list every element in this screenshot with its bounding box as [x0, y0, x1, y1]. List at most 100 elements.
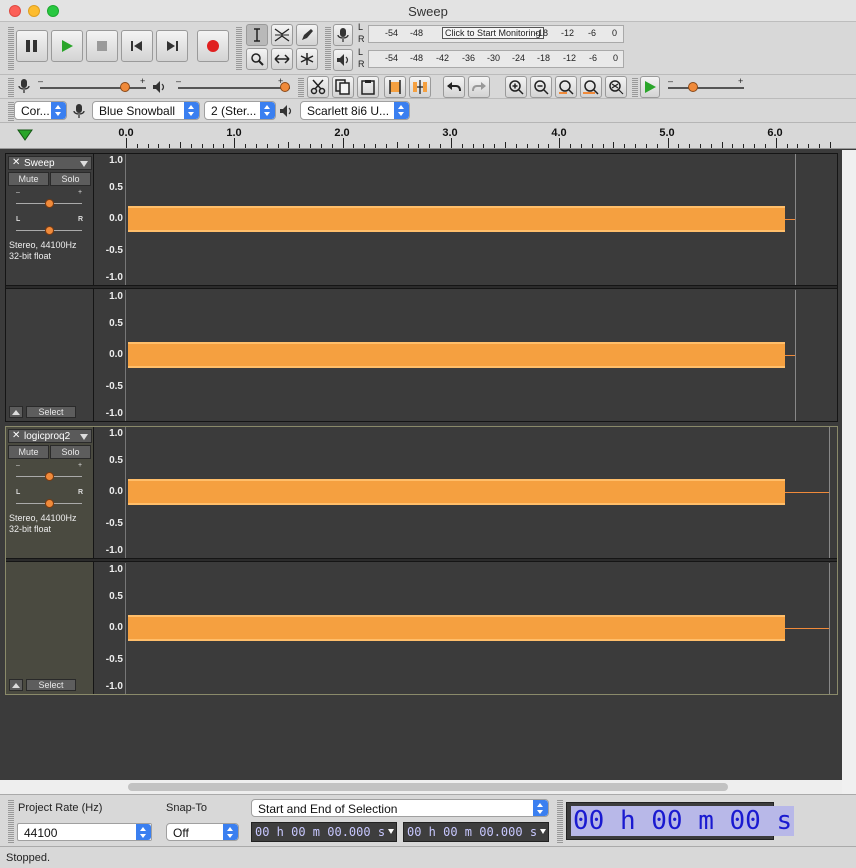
project-rate-select[interactable]: 44100	[17, 823, 152, 841]
playback-meter[interactable]: -54 -48 -42 -36 -30 -24 -18 -12 -6 0	[368, 50, 624, 68]
selection-tool-button[interactable]	[246, 24, 268, 46]
solo-button[interactable]: Solo	[50, 445, 91, 459]
track-panel[interactable]: ✕ Sweep Mute Solo – + L R Stereo, 44100H…	[0, 150, 842, 780]
track-channel-right[interactable]: 1.0 0.5 0.0 -0.5 -1.0	[95, 563, 837, 694]
waveform-clip[interactable]	[128, 342, 785, 368]
audio-track-logicproq2[interactable]: ✕ logicproq2 Mute Solo – + L R Stereo, 4…	[5, 426, 838, 695]
vertical-ruler: 1.0 0.5 0.0 -0.5 -1.0	[95, 427, 126, 558]
time-toolbar-grip[interactable]	[557, 799, 563, 843]
horizontal-scroll-thumb[interactable]	[128, 783, 728, 791]
recording-volume-slider[interactable]	[40, 87, 146, 89]
waveform-clip[interactable]	[128, 479, 785, 505]
collapse-track-button[interactable]	[9, 406, 23, 418]
stop-button[interactable]	[86, 30, 118, 62]
undo-button[interactable]	[443, 76, 465, 98]
vertical-scrollbar[interactable]	[842, 150, 856, 794]
mute-button[interactable]: Mute	[8, 445, 49, 459]
track-channel-right[interactable]: 1.0 0.5 0.0 -0.5 -1.0	[95, 290, 837, 421]
ruler-label: 2.0	[334, 127, 350, 139]
record-meter-button[interactable]	[333, 24, 353, 46]
fit-selection-button[interactable]	[555, 76, 577, 98]
track-end-line	[829, 427, 830, 558]
gain-knob[interactable]	[45, 199, 54, 208]
audio-host-select[interactable]: Cor...	[14, 101, 67, 120]
selection-toolbar-grip[interactable]	[8, 799, 14, 843]
playback-meter-button[interactable]	[333, 49, 353, 71]
audio-track-sweep[interactable]: ✕ Sweep Mute Solo – + L R Stereo, 44100H…	[5, 153, 838, 422]
skip-to-end-button[interactable]	[156, 30, 188, 62]
zoom-out-button[interactable]	[530, 76, 552, 98]
recording-device-select[interactable]: Blue Snowball	[92, 101, 200, 120]
tools-toolbar-grip[interactable]	[236, 26, 242, 70]
gain-knob[interactable]	[45, 472, 54, 481]
playback-device-select[interactable]: Scarlett 8i6 U...	[300, 101, 410, 120]
record-meter[interactable]: -54 -48 Click to Start Monitoring -18 -1…	[368, 25, 624, 43]
recording-volume-knob[interactable]	[120, 82, 130, 92]
play-at-speed-toolbar-grip[interactable]	[632, 77, 638, 97]
ruler-label: 3.0	[442, 127, 458, 139]
selection-start-time[interactable]: 00 h 00 m 00.000 s	[251, 822, 397, 842]
zoom-toggle-button[interactable]	[605, 76, 627, 98]
waveform[interactable]	[127, 427, 837, 558]
zoom-tool-button[interactable]	[246, 48, 268, 70]
playback-volume-slider[interactable]	[178, 87, 290, 89]
solo-button[interactable]: Solo	[50, 172, 91, 186]
meter-toolbar-grip[interactable]	[325, 26, 331, 70]
close-track-icon[interactable]: ✕	[12, 157, 20, 168]
timeline-ruler[interactable]: 0.0 1.0 2.0 3.0 4.0 5.0 6.0	[0, 122, 856, 149]
vruler-label: -1.0	[105, 545, 123, 556]
status-bar: Stopped.	[0, 846, 856, 868]
mixer-toolbar-grip[interactable]	[8, 77, 14, 97]
close-track-icon[interactable]: ✕	[12, 430, 20, 441]
paste-button[interactable]	[357, 76, 379, 98]
cut-button[interactable]	[307, 76, 329, 98]
pan-knob[interactable]	[45, 226, 54, 235]
waveform[interactable]	[127, 154, 837, 285]
draw-tool-button[interactable]	[296, 24, 318, 46]
fit-project-button[interactable]	[580, 76, 602, 98]
envelope-tool-button[interactable]	[271, 24, 293, 46]
zoom-in-button[interactable]	[505, 76, 527, 98]
waveform-clip[interactable]	[128, 615, 785, 641]
waveform-clip[interactable]	[128, 206, 785, 232]
pan-knob[interactable]	[45, 499, 54, 508]
snap-to-select[interactable]: Off	[166, 823, 239, 841]
edit-toolbar-grip[interactable]	[298, 77, 304, 97]
pause-button[interactable]	[16, 30, 48, 62]
track-name-menu[interactable]: ✕ logicproq2	[8, 429, 92, 443]
redo-button[interactable]	[468, 76, 490, 98]
play-button[interactable]	[51, 30, 83, 62]
ruler-tick	[775, 138, 777, 148]
pinned-play-head-icon[interactable]	[17, 128, 33, 142]
select-track-button[interactable]: Select	[26, 679, 76, 691]
skip-to-start-button[interactable]	[121, 30, 153, 62]
ruler-tick	[710, 144, 712, 148]
selection-end-time[interactable]: 00 h 00 m 00.000 s	[403, 822, 549, 842]
play-at-speed-button[interactable]	[640, 76, 660, 98]
record-button[interactable]	[197, 30, 229, 62]
select-track-button[interactable]: Select	[26, 406, 76, 418]
multi-tool-button[interactable]	[296, 48, 318, 70]
horizontal-scrollbar[interactable]	[0, 780, 842, 794]
click-to-start-monitoring[interactable]: Click to Start Monitoring	[442, 27, 544, 39]
track-name-menu[interactable]: ✕ Sweep	[8, 156, 92, 170]
ruler-tick	[310, 144, 312, 148]
selection-mode-select[interactable]: Start and End of Selection	[251, 799, 549, 817]
time-shift-tool-button[interactable]	[271, 48, 293, 70]
copy-button[interactable]	[332, 76, 354, 98]
waveform[interactable]	[127, 563, 837, 694]
track-channel-left[interactable]: 1.0 0.5 0.0 -0.5 -1.0	[95, 427, 837, 558]
recording-channels-select[interactable]: 2 (Ster...	[204, 101, 276, 120]
collapse-track-button[interactable]	[9, 679, 23, 691]
playback-volume-knob[interactable]	[280, 82, 290, 92]
track-channel-left[interactable]: 1.0 0.5 0.0 -0.5 -1.0	[95, 154, 837, 285]
silence-button[interactable]	[409, 76, 431, 98]
audio-position-display[interactable]: 00 h 00 m 00 s	[566, 802, 795, 840]
waveform[interactable]	[127, 290, 837, 421]
mute-button[interactable]: Mute	[8, 172, 49, 186]
playback-speed-slider[interactable]	[668, 87, 744, 89]
playback-speed-knob[interactable]	[688, 82, 698, 92]
transport-toolbar-grip[interactable]	[8, 26, 14, 70]
trim-button[interactable]	[384, 76, 406, 98]
waveform-center-line	[785, 219, 795, 220]
